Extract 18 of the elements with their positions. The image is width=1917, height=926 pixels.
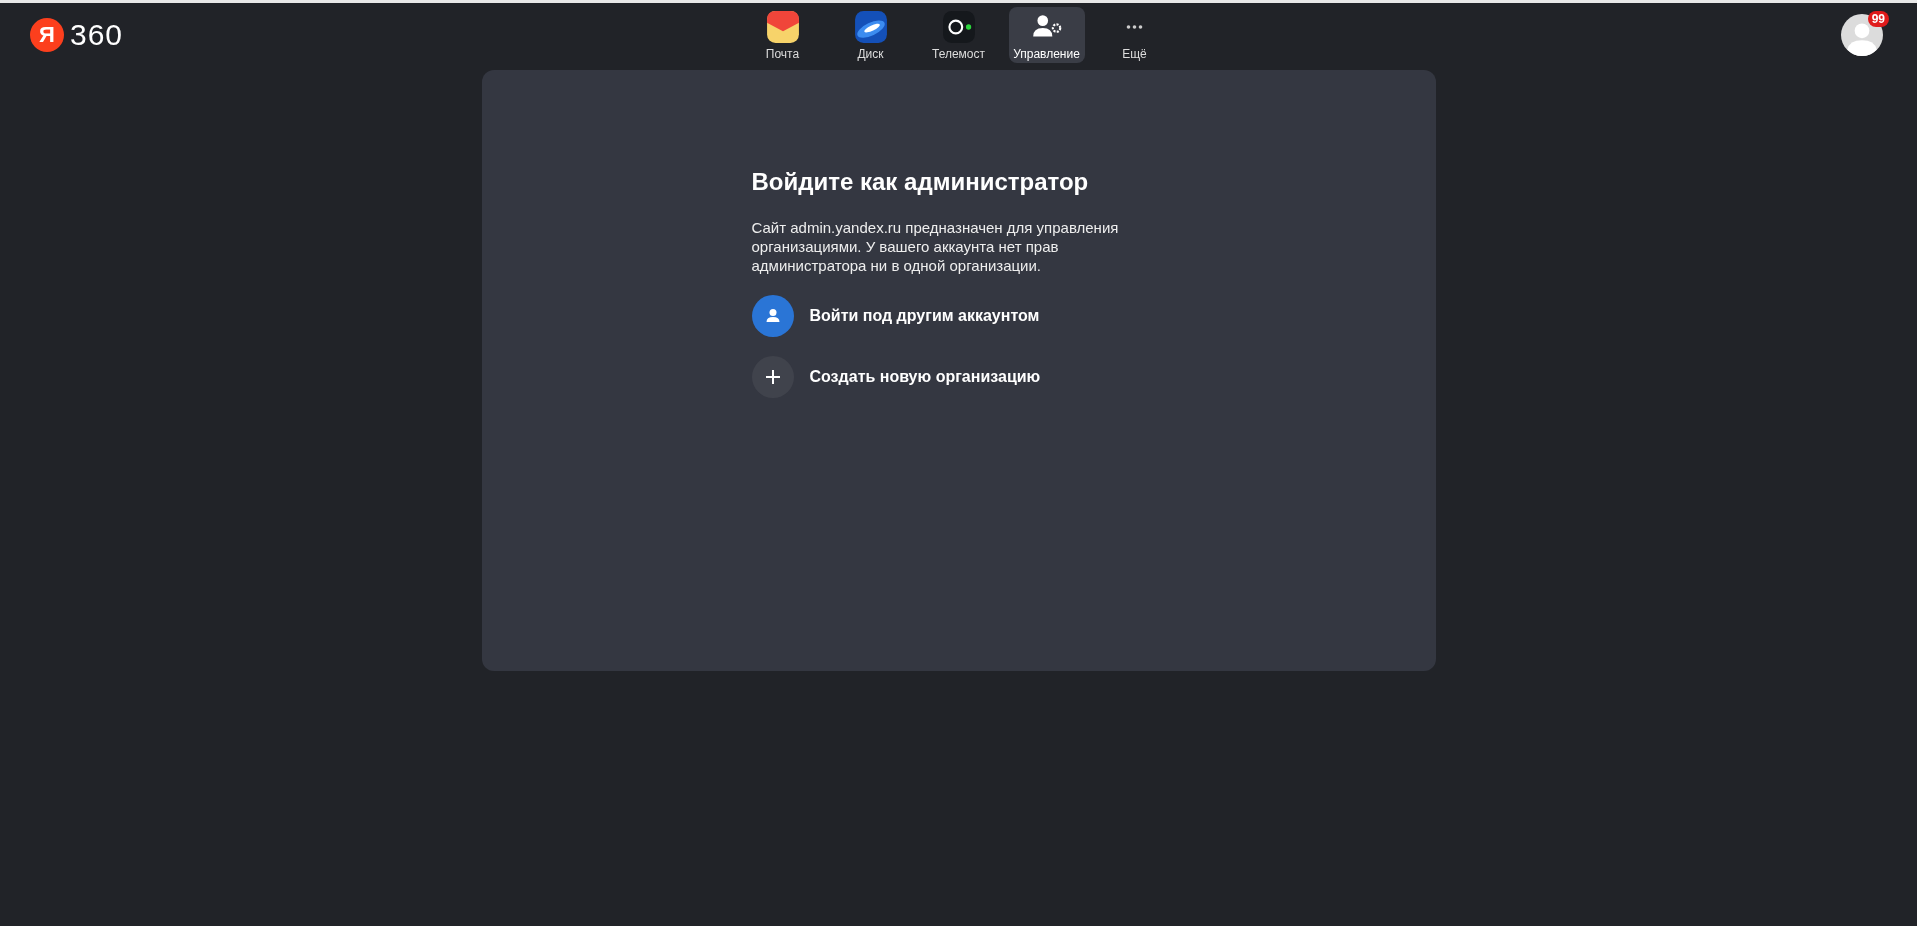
app-tab[interactable]: Управление <box>1008 7 1085 63</box>
plus-icon[interactable] <box>751 356 794 398</box>
description-text: Сайт admin.yandex.ru предназначен для управления организациями. У вашего аккаунта нет прав администратора ни в одной организации. <box>751 218 1120 275</box>
app-tab[interactable]: Почта <box>744 7 821 63</box>
user-icon[interactable] <box>751 295 794 337</box>
app-tab[interactable]: Диск <box>832 7 909 63</box>
camera-icon <box>941 9 976 44</box>
app-tab[interactable]: Телемост <box>920 7 997 63</box>
app-tab[interactable]: Ещё <box>1096 7 1173 63</box>
page-title: Войдите как администратор <box>751 168 1090 196</box>
logo-text[interactable]: 360 <box>70 18 124 52</box>
avatar-icon[interactable] <box>1841 14 1883 56</box>
action-link[interactable]: Создать новую организацию <box>809 368 1041 386</box>
action-link[interactable]: Войти под другим аккаунтом <box>809 307 1040 325</box>
envelope-icon <box>765 9 800 44</box>
notification-badge: 99 <box>1867 11 1889 27</box>
more-icon <box>1126 24 1143 29</box>
logo-mark[interactable]: Я <box>30 18 64 52</box>
